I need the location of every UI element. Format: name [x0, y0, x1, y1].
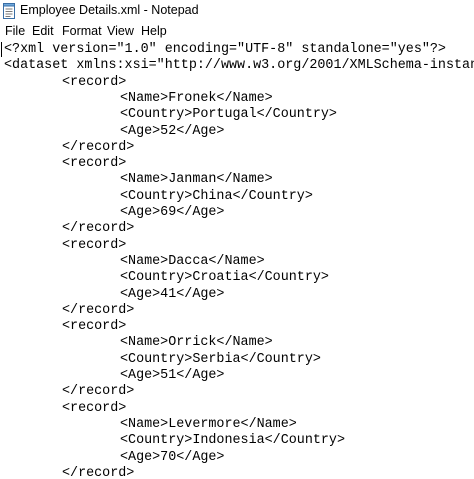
editor-line: <Country>Indonesia</Country>: [120, 433, 345, 449]
editor-line: <Age>51</Age>: [120, 368, 225, 383]
editor-line: <dataset xmlns:xsi="http://www.w3.org/20…: [4, 58, 474, 74]
editor-line: <Country>Portugal</Country>: [120, 107, 337, 123]
editor-line: <record>: [62, 237, 127, 253]
menu-file[interactable]: File: [5, 24, 25, 38]
editor-line: <record>: [62, 156, 127, 172]
editor-line: <record>: [62, 319, 127, 335]
editor-line: <Age>52</Age>: [120, 123, 225, 139]
editor-line: <Name>Orrick</Name>: [120, 335, 273, 351]
editor-line: <Name>Fronek</Name>: [120, 90, 273, 106]
editor-line: </record>: [62, 139, 135, 155]
editor-line: <Age>69</Age>: [120, 205, 225, 220]
text-caret: [1, 42, 2, 57]
editor-line: </record>: [62, 465, 135, 479]
menu-bar: File Edit Format View Help: [0, 22, 474, 41]
menu-edit[interactable]: Edit: [32, 24, 54, 38]
editor-line: <?xml version="1.0" encoding="UTF-8" sta…: [4, 42, 446, 57]
editor-line: <Country>Croatia</Country>: [120, 270, 329, 286]
editor-line: </record>: [62, 302, 135, 318]
window-title: Employee Details.xml - Notepad: [20, 3, 199, 17]
editor-line: <Name>Janman</Name>: [120, 172, 273, 188]
editor-line: </record>: [62, 221, 135, 237]
editor-line: <record>: [62, 400, 127, 416]
title-bar[interactable]: Employee Details.xml - Notepad: [0, 0, 474, 22]
menu-format[interactable]: Format: [62, 24, 102, 38]
editor-line: <record>: [62, 74, 127, 90]
notepad-icon: [3, 3, 15, 19]
notepad-window: Employee Details.xml - Notepad File Edit…: [0, 0, 474, 479]
menu-view[interactable]: View: [107, 24, 134, 38]
editor-line: <Name>Dacca</Name>: [120, 253, 265, 269]
editor-line: </record>: [62, 384, 135, 400]
editor-line: <Country>China</Country>: [120, 188, 313, 204]
editor-line: <Name>Levermore</Name>: [120, 416, 297, 432]
menu-help[interactable]: Help: [141, 24, 167, 38]
editor-line: <Age>70</Age>: [120, 449, 225, 465]
text-editor[interactable]: <?xml version="1.0" encoding="UTF-8" sta…: [0, 41, 474, 479]
editor-line: <Age>41</Age>: [120, 286, 225, 302]
editor-line: <Country>Serbia</Country>: [120, 351, 321, 367]
